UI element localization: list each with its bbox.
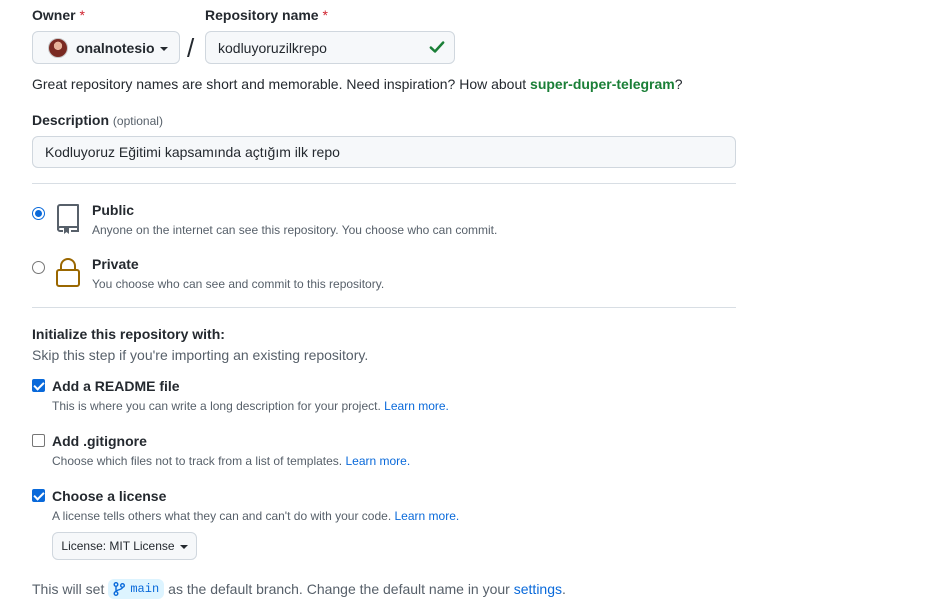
footer-prefix: This will set xyxy=(32,581,105,597)
repo-icon xyxy=(57,204,79,234)
owner-name: onalnotesio xyxy=(76,39,155,56)
add-gitignore-checkbox[interactable] xyxy=(32,434,45,447)
owner-label-text: Owner xyxy=(32,7,76,23)
add-readme-description: This is where you can write a long descr… xyxy=(52,399,449,413)
settings-link[interactable]: settings xyxy=(514,581,562,597)
hint-end: ? xyxy=(674,76,683,92)
owner-label: Owner * xyxy=(32,7,85,23)
initialize-section-subtitle: Skip this step if you're importing an ex… xyxy=(32,347,369,363)
choose-license-description: A license tells others what they can and… xyxy=(52,509,459,523)
choose-license-checkbox[interactable] xyxy=(32,489,45,502)
chevron-down-icon xyxy=(159,46,168,51)
add-readme-title[interactable]: Add a README file xyxy=(52,378,180,394)
add-gitignore-desc-text: Choose which files not to track from a l… xyxy=(52,454,343,468)
license-select-label: License: MIT License xyxy=(61,539,175,553)
visibility-private-radio[interactable] xyxy=(32,261,45,274)
add-readme-desc-text: This is where you can write a long descr… xyxy=(52,399,381,413)
add-readme-checkbox[interactable] xyxy=(32,379,45,392)
footer-middle: as the default branch. Change the defaul… xyxy=(168,581,510,597)
description-label: Description (optional) xyxy=(32,112,163,128)
branch-name: main xyxy=(130,582,160,596)
add-gitignore-description: Choose which files not to track from a l… xyxy=(52,454,410,468)
chevron-down-icon xyxy=(179,545,188,549)
license-learn-more-link[interactable]: Learn more. xyxy=(395,509,460,523)
visibility-public-description: Anyone on the internet can see this repo… xyxy=(92,223,498,237)
description-label-text: Description xyxy=(32,112,110,128)
divider xyxy=(32,307,736,308)
choose-license-title[interactable]: Choose a license xyxy=(52,488,166,504)
owner-required-mark: * xyxy=(79,7,85,23)
add-gitignore-title[interactable]: Add .gitignore xyxy=(52,433,147,449)
divider xyxy=(32,183,736,184)
check-icon xyxy=(429,41,445,53)
choose-license-desc-text: A license tells others what they can and… xyxy=(52,509,392,523)
branch-chip: main xyxy=(108,579,165,599)
default-branch-note: This will set main as the default branch… xyxy=(32,579,566,599)
readme-learn-more-link[interactable]: Learn more. xyxy=(384,399,449,413)
owner-dropdown-button[interactable]: onalnotesio xyxy=(32,31,180,64)
owner-repo-separator: / xyxy=(187,33,195,63)
visibility-public-title: Public xyxy=(92,202,135,218)
name-suggestion-link[interactable]: super-duper-telegram xyxy=(530,76,675,92)
visibility-private-description: You choose who can see and commit to thi… xyxy=(92,277,385,291)
visibility-public-radio[interactable] xyxy=(32,207,45,220)
repository-name-hint: Great repository names are short and mem… xyxy=(32,76,683,92)
repository-name-label: Repository name * xyxy=(205,7,328,23)
avatar xyxy=(48,37,68,58)
git-branch-icon xyxy=(113,582,126,596)
description-input[interactable] xyxy=(32,136,736,168)
footer-end: . xyxy=(562,581,566,597)
repository-name-input[interactable] xyxy=(205,31,455,64)
repository-name-label-text: Repository name xyxy=(205,7,319,23)
lock-icon xyxy=(56,258,80,287)
hint-text: Great repository names are short and mem… xyxy=(32,76,531,92)
gitignore-learn-more-link[interactable]: Learn more. xyxy=(345,454,410,468)
initialize-section-title: Initialize this repository with: xyxy=(32,326,225,342)
description-optional-note: (optional) xyxy=(112,114,163,128)
visibility-private-title: Private xyxy=(92,256,139,272)
license-select-button[interactable]: License: MIT License xyxy=(52,532,197,560)
repository-required-mark: * xyxy=(322,7,328,23)
